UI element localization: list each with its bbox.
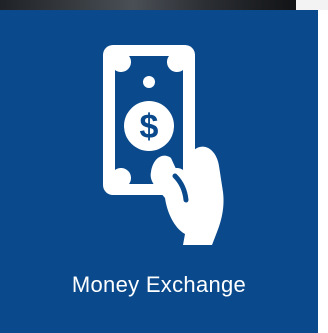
top-right-gap — [296, 0, 328, 10]
money-exchange-tile[interactable]: $ Money Exchange — [0, 10, 318, 333]
top-image-strip — [0, 0, 296, 10]
page: $ Money Exchange — [0, 0, 328, 333]
tile-label: Money Exchange — [71, 272, 247, 297]
hand-holding-dollar-bill-icon: $ — [89, 40, 239, 245]
svg-text:$: $ — [140, 108, 159, 146]
